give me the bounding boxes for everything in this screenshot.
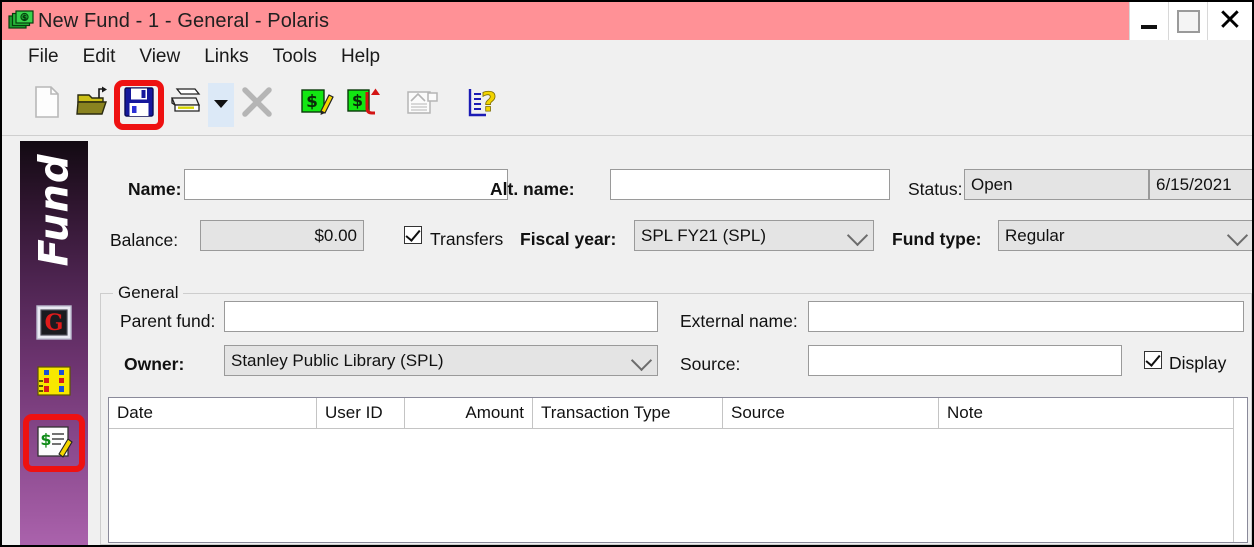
external-name-input[interactable] (808, 301, 1244, 332)
status-label: Status: (908, 179, 963, 199)
menu-bar: File Edit View Links Tools Help (2, 40, 1252, 74)
chevron-down-icon (630, 349, 653, 371)
svg-text:?: ? (481, 87, 497, 118)
owner-dropdown[interactable]: Stanley Public Library (SPL) (224, 345, 658, 376)
display-label: Display (1169, 353, 1227, 373)
toolbar: $ $ ? (2, 74, 1252, 136)
sidebar-item-transactions[interactable]: $ (23, 414, 85, 472)
grid-column-user-id[interactable]: User ID (317, 398, 405, 428)
sidebar-item-general[interactable]: G (35, 305, 73, 341)
status-date: 6/15/2021 (1149, 169, 1252, 200)
fund-form: Name: Alt. name: Status: Open 6/15/2021 … (96, 141, 1252, 545)
polaris-fund-window: $ New Fund - 1 - General - Polaris ✕ Fil… (0, 0, 1254, 547)
owner-value: Stanley Public Library (SPL) (231, 350, 444, 370)
fund-type-label: Fund type: (892, 229, 982, 249)
owner-label: Owner: (124, 354, 185, 374)
save-button[interactable] (114, 79, 164, 130)
open-folder-icon (76, 86, 110, 123)
status-value: Open (964, 169, 1149, 200)
source-input[interactable] (808, 345, 1122, 376)
menu-item-tools[interactable]: Tools (261, 44, 329, 70)
svg-text:$: $ (40, 430, 51, 449)
window-controls: ✕ (1129, 2, 1252, 40)
delete-button (234, 82, 280, 128)
properties-button (400, 82, 446, 128)
minimize-icon (1141, 25, 1157, 29)
external-name-label: External name: (680, 311, 798, 331)
svg-text:G: G (45, 310, 64, 336)
save-icon (124, 87, 154, 122)
help-icon: ? (466, 86, 500, 123)
fund-type-dropdown[interactable]: Regular (998, 220, 1252, 251)
transfers-label: Transfers (430, 229, 504, 249)
maximize-button[interactable] (1168, 2, 1207, 40)
menu-item-links[interactable]: Links (192, 44, 260, 70)
menu-item-edit[interactable]: Edit (71, 44, 128, 70)
close-button[interactable]: ✕ (1207, 2, 1252, 40)
delete-x-icon (241, 86, 273, 123)
properties-icon (406, 87, 440, 122)
menu-item-help[interactable]: Help (329, 44, 392, 70)
fiscal-year-value: SPL FY21 (SPL) (641, 225, 767, 245)
alt-name-input[interactable] (610, 169, 890, 200)
chevron-down-icon (1226, 224, 1249, 246)
transfers-checkbox[interactable] (404, 226, 422, 244)
menu-item-file[interactable]: File (16, 44, 71, 70)
parent-fund-input[interactable] (224, 301, 658, 332)
balance-value: $0.00 (200, 220, 364, 251)
grid-vertical-scrollbar[interactable] (1233, 398, 1247, 542)
general-group-title: General (113, 283, 184, 303)
name-label: Name: (128, 179, 182, 199)
name-input[interactable] (184, 169, 508, 200)
title-bar: $ New Fund - 1 - General - Polaris ✕ (2, 2, 1252, 40)
grid-column-date[interactable]: Date (109, 398, 317, 428)
svg-text:$: $ (352, 91, 363, 110)
fund-type-value: Regular (1005, 225, 1065, 245)
grid-header-row: Date User ID Amount Transaction Type Sou… (109, 398, 1247, 429)
new-icon (33, 86, 61, 123)
sidebar-item-notes[interactable] (35, 363, 73, 399)
new-button (24, 82, 70, 128)
balance-label: Balance: (110, 230, 179, 250)
grid-column-amount[interactable]: Amount (405, 398, 533, 428)
print-icon (168, 87, 202, 122)
minimize-button[interactable] (1129, 2, 1168, 40)
transfer-fund-button[interactable]: $ (340, 82, 386, 128)
fiscal-year-dropdown[interactable]: SPL FY21 (SPL) (634, 220, 874, 251)
fiscal-year-label: Fiscal year: (520, 229, 617, 249)
source-label: Source: (680, 354, 741, 374)
maximize-icon (1176, 9, 1200, 33)
money-stack-icon: $ (8, 10, 34, 32)
open-button[interactable] (70, 82, 116, 128)
window-title: New Fund - 1 - General - Polaris (38, 9, 330, 32)
grid-column-transaction-type[interactable]: Transaction Type (533, 398, 723, 428)
print-button[interactable] (162, 82, 208, 128)
svg-text:$: $ (22, 14, 27, 22)
display-checkbox[interactable] (1144, 351, 1162, 369)
parent-fund-label: Parent fund: (120, 311, 216, 331)
edit-fund-icon: $ (300, 86, 334, 123)
transfer-fund-icon: $ (346, 86, 380, 123)
fund-sidebar: Fund G $ (20, 141, 88, 545)
menu-item-view[interactable]: View (127, 44, 192, 70)
print-options-dropdown[interactable] (208, 82, 234, 127)
grid-column-note[interactable]: Note (939, 398, 1234, 428)
dropdown-arrow-icon (213, 96, 229, 114)
sidebar-label: Fund (31, 153, 78, 267)
help-button[interactable]: ? (460, 82, 506, 128)
svg-text:$: $ (306, 92, 318, 112)
grid-column-source[interactable]: Source (723, 398, 939, 428)
transactions-grid[interactable]: Date User ID Amount Transaction Type Sou… (108, 397, 1248, 543)
chevron-down-icon (846, 224, 869, 246)
close-icon: ✕ (1217, 3, 1243, 38)
edit-fund-button[interactable]: $ (294, 82, 340, 128)
alt-name-label: Alt. name: (490, 179, 575, 199)
